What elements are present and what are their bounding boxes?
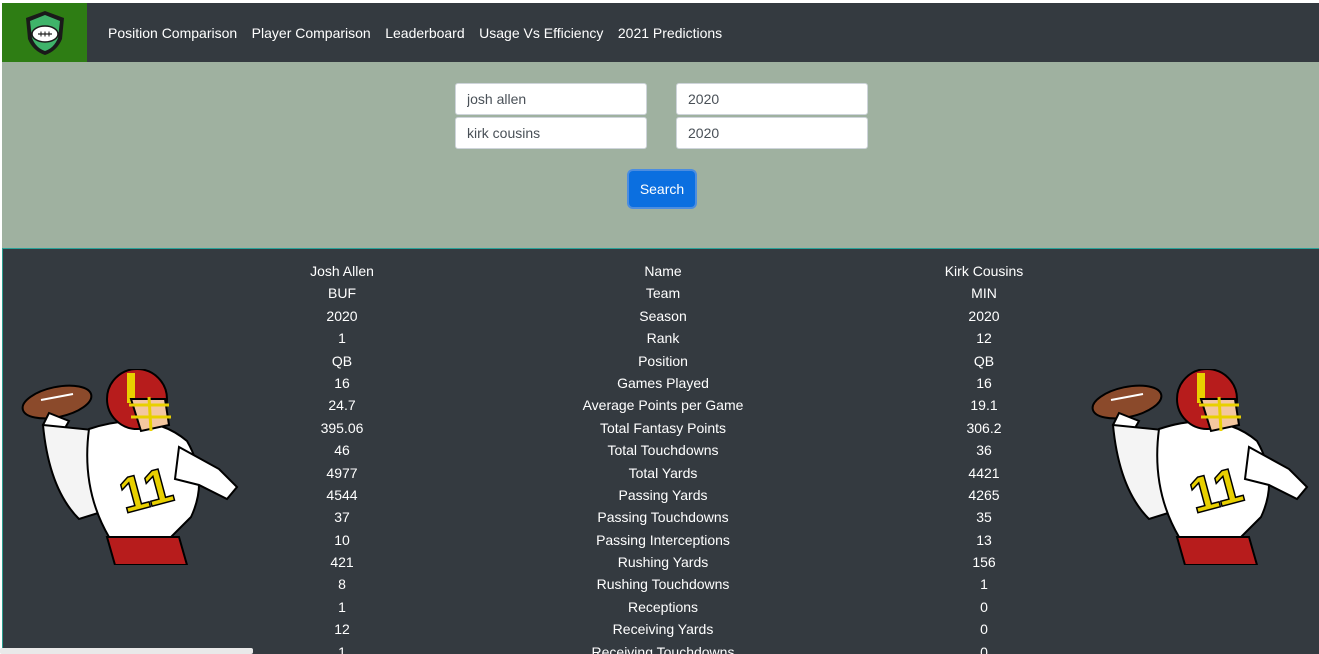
quarterback-illustration: 11 xyxy=(1091,369,1309,565)
stat-label: Passing Yards xyxy=(618,486,708,503)
stat-row: 8 Rushing Touchdowns 1 xyxy=(3,574,1319,596)
stat-label: Rushing Yards xyxy=(617,554,709,571)
player2-stat-value: 0 xyxy=(980,643,988,654)
stat-label: Receiving Touchdowns xyxy=(591,643,735,654)
stat-label: Rank xyxy=(646,330,680,347)
player1-stat-value: 8 xyxy=(338,576,346,593)
player2-stat-value: MIN xyxy=(971,285,997,302)
stat-label: Total Yards xyxy=(628,464,698,481)
stat-label: Season xyxy=(639,307,687,324)
stat-label: Receiving Yards xyxy=(612,621,714,638)
player1-stat-value: 24.7 xyxy=(328,397,356,414)
stat-label: Passing Touchdowns xyxy=(597,509,729,526)
stat-label: Total Fantasy Points xyxy=(599,419,727,436)
brand-logo[interactable] xyxy=(2,3,87,62)
player1-stat-value: 37 xyxy=(334,509,350,526)
stat-label: Rushing Touchdowns xyxy=(596,576,730,593)
stat-row: BUF Team MIN xyxy=(3,283,1319,305)
player2-season-input[interactable] xyxy=(676,117,868,149)
stat-row: 1 Rank 12 xyxy=(3,328,1319,350)
player1-stat-value: Josh Allen xyxy=(310,263,374,279)
nav-link-position-comparison[interactable]: Position Comparison xyxy=(108,25,237,41)
comparison-results: 11 Josh Allen Name Kirk Cousins BUF Team MIN 2… xyxy=(2,248,1319,654)
player2-name-input[interactable] xyxy=(455,117,647,149)
player1-stat-value: 4977 xyxy=(326,464,358,481)
player1-stat-value: QB xyxy=(331,352,353,369)
player2-stat-value: 2020 xyxy=(968,307,1000,324)
stat-row: 2020 Season 2020 xyxy=(3,306,1319,328)
football-shield-icon xyxy=(25,10,64,55)
player2-stat-value: Kirk Cousins xyxy=(944,263,1024,279)
stat-label: Team xyxy=(645,285,681,302)
stat-label: Position xyxy=(638,352,688,369)
stat-row: 12 Receiving Yards 0 xyxy=(3,619,1319,641)
nav-link-player-comparison[interactable]: Player Comparison xyxy=(252,25,371,41)
stat-label: Receptions xyxy=(627,598,699,615)
horizontal-scrollbar[interactable] xyxy=(0,648,253,654)
player1-stat-value: 46 xyxy=(334,442,350,459)
player2-stat-value: 1 xyxy=(980,576,988,593)
stat-label: Name xyxy=(644,263,682,279)
stat-row: Josh Allen Name Kirk Cousins xyxy=(3,261,1319,283)
player1-name-input[interactable] xyxy=(455,83,647,115)
player2-stat-value: 12 xyxy=(976,330,992,347)
stat-row: 1 Receptions 0 xyxy=(3,597,1319,619)
nav-link-leaderboard[interactable]: Leaderboard xyxy=(385,25,464,41)
player1-stat-value: 395.06 xyxy=(320,419,364,436)
player1-stat-value: 12 xyxy=(334,621,350,638)
search-button[interactable]: Search xyxy=(629,171,695,207)
player1-season-input[interactable] xyxy=(676,83,868,115)
player1-stat-value: 4544 xyxy=(326,486,358,503)
player2-stat-value: 0 xyxy=(980,598,988,615)
player1-stat-value: 16 xyxy=(334,374,350,391)
stat-label: Total Touchdowns xyxy=(607,442,719,459)
navbar: Position Comparison Player Comparison Le… xyxy=(2,3,1319,62)
player1-stat-value: 10 xyxy=(334,531,350,548)
nav-link-2021-predictions[interactable]: 2021 Predictions xyxy=(618,25,722,41)
player1-stat-value: BUF xyxy=(328,285,356,302)
player2-stat-value: 0 xyxy=(980,621,988,638)
player1-stat-value: 421 xyxy=(330,554,354,571)
stat-label: Passing Interceptions xyxy=(596,531,730,548)
search-form: Search xyxy=(2,62,1319,248)
nav-link-usage-vs-efficiency[interactable]: Usage Vs Efficiency xyxy=(479,25,603,41)
stat-label: Average Points per Game xyxy=(582,397,744,414)
nav-links: Position Comparison Player Comparison Le… xyxy=(108,25,737,41)
player2-quarterback-image: 11 xyxy=(1091,369,1309,565)
player1-stat-value: 1 xyxy=(338,330,346,347)
player2-stat-value: QB xyxy=(973,352,995,369)
player1-stat-value: 1 xyxy=(338,598,346,615)
stat-label: Games Played xyxy=(617,374,709,391)
player1-stat-value: 2020 xyxy=(326,307,358,324)
